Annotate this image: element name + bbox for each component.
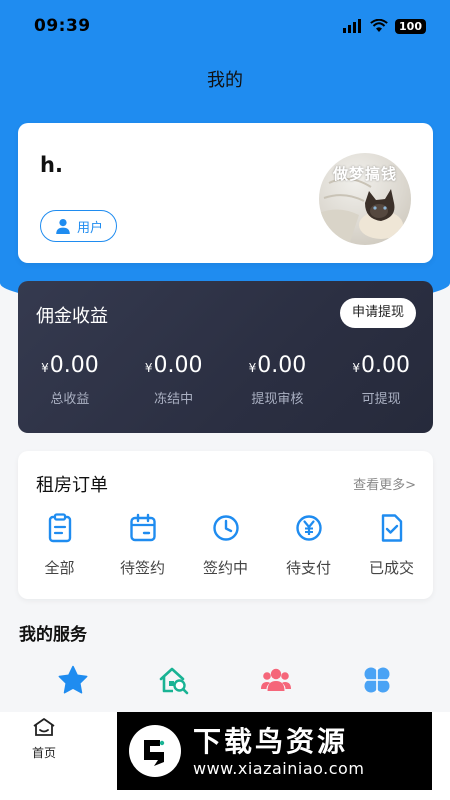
service-house-search[interactable]	[124, 664, 226, 696]
tab-home-label: 首页	[31, 746, 56, 760]
services-title: 我的服务	[19, 625, 87, 645]
watermark-title: 下载鸟资源	[193, 724, 349, 758]
stat-value: ¥0.00	[144, 353, 203, 378]
stat-label: 可提现	[361, 392, 401, 407]
order-status-label: 签约中	[202, 559, 248, 577]
orders-title: 租房订单	[36, 475, 108, 496]
order-status-label: 待签约	[119, 559, 165, 577]
people-icon	[260, 668, 291, 691]
stat-value: ¥0.00	[352, 353, 410, 378]
profile-card[interactable]: h. 用户 做梦搞钱	[18, 123, 433, 263]
role-label: 用户	[77, 220, 104, 236]
watermark-url: www.xiazainiao.com	[193, 758, 365, 778]
page-title: 我的	[207, 70, 243, 91]
stat-value: ¥0.00	[248, 353, 307, 378]
service-more[interactable]	[327, 664, 429, 696]
order-status-completed[interactable]: 已成交	[350, 513, 433, 578]
yen-circle-icon	[295, 515, 322, 541]
order-status-pending-sign[interactable]: 待签约	[101, 513, 184, 578]
star-icon	[58, 665, 88, 694]
stat-total-income[interactable]: ¥0.00 总收益	[18, 353, 122, 407]
order-status-pending-payment[interactable]: 待支付	[267, 513, 350, 578]
services-grid	[0, 664, 450, 696]
calendar-icon	[129, 513, 156, 542]
username: h.	[40, 153, 63, 177]
currency-symbol: ¥	[144, 361, 153, 375]
commission-title: 佣金收益	[36, 306, 108, 327]
document-check-icon	[381, 514, 402, 542]
order-status-signing[interactable]: 签约中	[184, 513, 267, 578]
order-status-list: 全部 待签约 签约中 待支付 已成交	[18, 513, 433, 578]
house-search-icon	[159, 667, 189, 695]
grid-flower-icon	[364, 667, 391, 693]
bird-logo-icon	[144, 740, 165, 766]
service-team[interactable]	[225, 664, 327, 696]
battery-indicator: 100	[395, 18, 426, 34]
stat-withdrawable[interactable]: ¥0.00 可提现	[329, 353, 433, 407]
stat-label: 总收益	[50, 392, 90, 407]
stat-withdraw-review[interactable]: ¥0.00 提现审核	[226, 353, 330, 407]
watermark-text: 下载鸟资源 www.xiazainiao.com	[193, 725, 364, 778]
order-status-all[interactable]: 全部	[18, 513, 101, 578]
clipboard-icon	[48, 513, 71, 543]
currency-symbol: ¥	[352, 361, 360, 375]
status-icons: 100	[343, 18, 426, 34]
avatar[interactable]: 做梦搞钱	[319, 153, 411, 245]
watermark-banner: 下载鸟资源 www.xiazainiao.com	[117, 712, 432, 790]
order-status-label: 待支付	[285, 559, 331, 577]
tab-home[interactable]: 首页	[24, 716, 64, 761]
clock-icon	[212, 515, 239, 541]
stat-frozen[interactable]: ¥0.00 冻结中	[122, 353, 226, 407]
stat-label: 冻结中	[154, 392, 194, 407]
status-time: 09:39	[34, 16, 91, 36]
status-bar: 09:39 100	[0, 0, 450, 52]
currency-symbol: ¥	[41, 361, 49, 375]
commission-stats: ¥0.00 总收益 ¥0.00 冻结中 ¥0.00 提现审核 ¥0.00 可提现	[18, 353, 433, 407]
orders-more-link[interactable]: 查看更多>	[353, 474, 416, 493]
rental-orders-card: 租房订单 查看更多> 全部 待签约 签约中 待支付 已成交	[18, 451, 433, 599]
currency-symbol: ¥	[248, 361, 257, 375]
wifi-icon	[370, 19, 388, 32]
service-favorites[interactable]	[22, 664, 124, 696]
watermark-bird-logo	[129, 725, 181, 777]
role-badge[interactable]: 用户	[40, 210, 118, 242]
stat-value: ¥0.00	[41, 353, 99, 378]
user-icon	[56, 219, 70, 234]
signal-icon	[343, 19, 362, 33]
commission-card: 佣金收益 申请提现 ¥0.00 总收益 ¥0.00 冻结中 ¥0.00 提现审核…	[18, 281, 433, 433]
avatar-caption: 做梦搞钱	[332, 165, 397, 183]
order-status-label: 全部	[44, 559, 75, 577]
home-icon	[33, 718, 55, 736]
stat-label: 提现审核	[251, 392, 304, 407]
withdraw-button[interactable]: 申请提现	[339, 298, 416, 328]
order-status-label: 已成交	[368, 559, 414, 577]
